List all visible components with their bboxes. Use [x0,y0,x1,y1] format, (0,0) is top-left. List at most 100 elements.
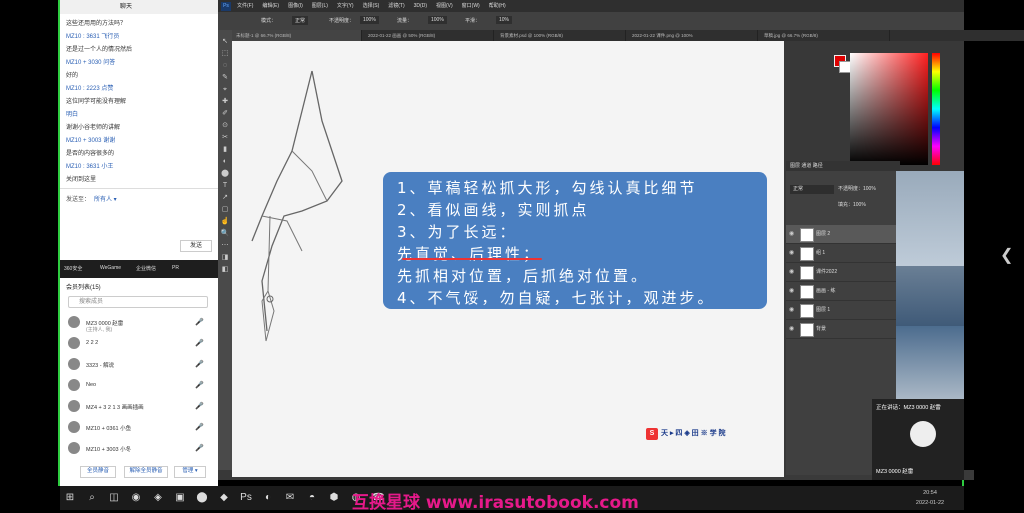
layer-row[interactable]: ◉ 背景 [786,320,896,339]
tool-icon[interactable]: ✐ [220,110,230,118]
taskbar-icon[interactable]: ◫ [108,492,120,504]
eye-icon[interactable]: ◉ [789,249,794,256]
eye-icon[interactable]: ◉ [789,325,794,332]
layer-row[interactable]: ◉ 画画 - 练 [786,282,896,301]
layer-row[interactable]: ◉ 图层 2 [786,225,896,244]
tool-icon[interactable]: T [220,182,230,190]
opacity-field[interactable]: 不透明度：100% [838,185,876,192]
taskbar-icon[interactable]: ✉ [284,492,296,504]
menu-item[interactable]: 滤镜(T) [388,3,404,9]
document-tab[interactable]: 2022-01-22 画画 @ 50% (RGB/8) [364,30,494,41]
tool-icon[interactable]: ↗ [220,194,230,202]
menu-item[interactable]: 图像(I) [288,3,303,9]
microphone-icon[interactable]: 🎤 [195,318,204,326]
tool-icon[interactable]: ↖ [220,38,230,46]
document-tab[interactable]: 草稿.jpg @ 66.7% (RGB/8) [760,30,890,41]
blend-mode-select[interactable]: 正常 [790,185,834,194]
tool-icon[interactable]: ⊙ [220,122,230,130]
tool-icon[interactable]: ✂ [220,134,230,142]
taskbar-app-item[interactable]: 企业微信 [136,265,156,272]
unmute-all-button[interactable]: 解除全员静音 [124,466,168,478]
menu-item[interactable]: 窗口(W) [462,3,480,9]
member-row[interactable]: 2 2 2 🎤 [68,337,208,351]
option-field[interactable]: 平滑： [462,16,483,25]
eye-icon[interactable]: ◉ [789,287,794,294]
member-row[interactable]: MZ10 + 3003 小冬 🎤 [68,442,208,456]
taskbar-icon[interactable]: ⊞ [64,492,76,504]
tool-icon[interactable]: ✚ [220,98,230,106]
menu-item[interactable]: 图层(L) [312,3,328,9]
option-field[interactable]: 10% [496,16,513,24]
microphone-icon[interactable]: 🎤 [195,339,204,347]
taskbar-app-item[interactable]: WeGame [100,265,121,271]
member-row[interactable]: MZ10 + 0361 小鱼 🎤 [68,421,208,435]
tool-icon[interactable]: ▢ [220,206,230,214]
taskbar-icon[interactable]: ⬢ [328,492,340,504]
layer-row[interactable]: ◉ 图层 1 [786,301,896,320]
taskbar-icon[interactable]: ◓ [306,492,318,504]
tool-icon[interactable]: ⬤ [220,170,230,178]
manage-button[interactable]: 管理 ▾ [174,466,206,478]
microphone-icon[interactable]: 🎤 [195,402,204,410]
menu-item[interactable]: 选择(S) [363,3,380,9]
option-field[interactable]: 100% [428,16,447,24]
document-tab[interactable]: 背景素材.psd @ 100% (RGB/8) [496,30,626,41]
send-button[interactable]: 发送 [180,240,212,252]
taskbar-icon[interactable]: Ps [240,492,252,504]
tool-icon[interactable]: ◐ [220,158,230,166]
tool-icon[interactable]: ◧ [220,266,230,274]
document-tab[interactable]: 未标题-1 @ 66.7% (RGB/8) [232,30,362,41]
taskbar-app-item[interactable]: 360安全 [64,265,82,272]
color-field[interactable] [850,53,928,165]
menu-item[interactable]: 帮助(H) [489,3,506,9]
menu-item[interactable]: 文件(F) [237,3,253,9]
fill-field[interactable]: 填充：100% [838,201,866,208]
tool-icon[interactable]: ◌ [220,62,230,70]
member-row[interactable]: Neo 🎤 [68,379,208,393]
microphone-icon[interactable]: 🎤 [195,423,204,431]
eye-icon[interactable]: ◉ [789,230,794,237]
option-field[interactable]: 正常 [292,16,309,25]
option-field[interactable]: 不透明度： [326,16,357,25]
taskbar-icon[interactable]: ⬤ [196,492,208,504]
taskbar-icon[interactable]: ⌕ [86,492,98,504]
option-field[interactable]: 模式： [258,16,279,25]
tool-icon[interactable]: ⬚ [220,50,230,58]
eye-icon[interactable]: ◉ [789,306,794,313]
tool-icon[interactable]: ☝ [220,218,230,226]
taskbar-icon[interactable]: ▣ [174,492,186,504]
layer-row[interactable]: ◉ 课件2022 [786,263,896,282]
member-search-input[interactable]: 搜索成员 [68,296,208,308]
layer-row[interactable]: ◉ 组 1 [786,244,896,263]
tool-icon[interactable]: 🔍 [220,230,230,238]
microphone-icon[interactable]: 🎤 [195,381,204,389]
member-row[interactable]: MZ3 0000 赵雷 (主持人, 我) 🎤 [68,316,208,333]
menu-item[interactable]: 3D(D) [414,3,427,9]
eye-icon[interactable]: ◉ [789,268,794,275]
taskbar-icon[interactable]: ◐ [262,492,274,504]
send-to-select[interactable]: 所有人 ▾ [94,194,117,203]
microphone-icon[interactable]: 🎤 [195,444,204,452]
member-row[interactable]: 3323 - 解说 🎤 [68,358,208,372]
tool-icon[interactable]: ▮ [220,146,230,154]
tool-icon[interactable]: ⌖ [220,86,230,94]
member-row[interactable]: MZ4 + 3 2 1 3 画画插画 🎤 [68,400,208,414]
taskbar-icon[interactable]: ◉ [130,492,142,504]
taskbar-app-item[interactable]: PR [172,265,179,271]
option-field[interactable]: 流量： [394,16,415,25]
layers-panel-tabs[interactable]: 图层 通道 路径 [786,161,900,171]
chevron-right-icon[interactable]: ❮ [1000,245,1014,265]
tool-icon[interactable]: ⋯ [220,242,230,250]
mute-all-button[interactable]: 全员静音 [80,466,116,478]
hue-slider[interactable] [932,53,940,165]
document-tab[interactable]: 2022-01-22 课件.png @ 100% [628,30,758,41]
option-field[interactable]: 100% [360,16,379,24]
menu-item[interactable]: 视图(V) [436,3,453,9]
menu-item[interactable]: 编辑(E) [262,3,279,9]
tool-icon[interactable]: ✎ [220,74,230,82]
menu-item[interactable]: 文字(Y) [337,3,354,9]
taskbar-icon[interactable]: ◆ [218,492,230,504]
tool-icon[interactable]: ◨ [220,254,230,262]
microphone-icon[interactable]: 🎤 [195,360,204,368]
taskbar-icon[interactable]: ◈ [152,492,164,504]
